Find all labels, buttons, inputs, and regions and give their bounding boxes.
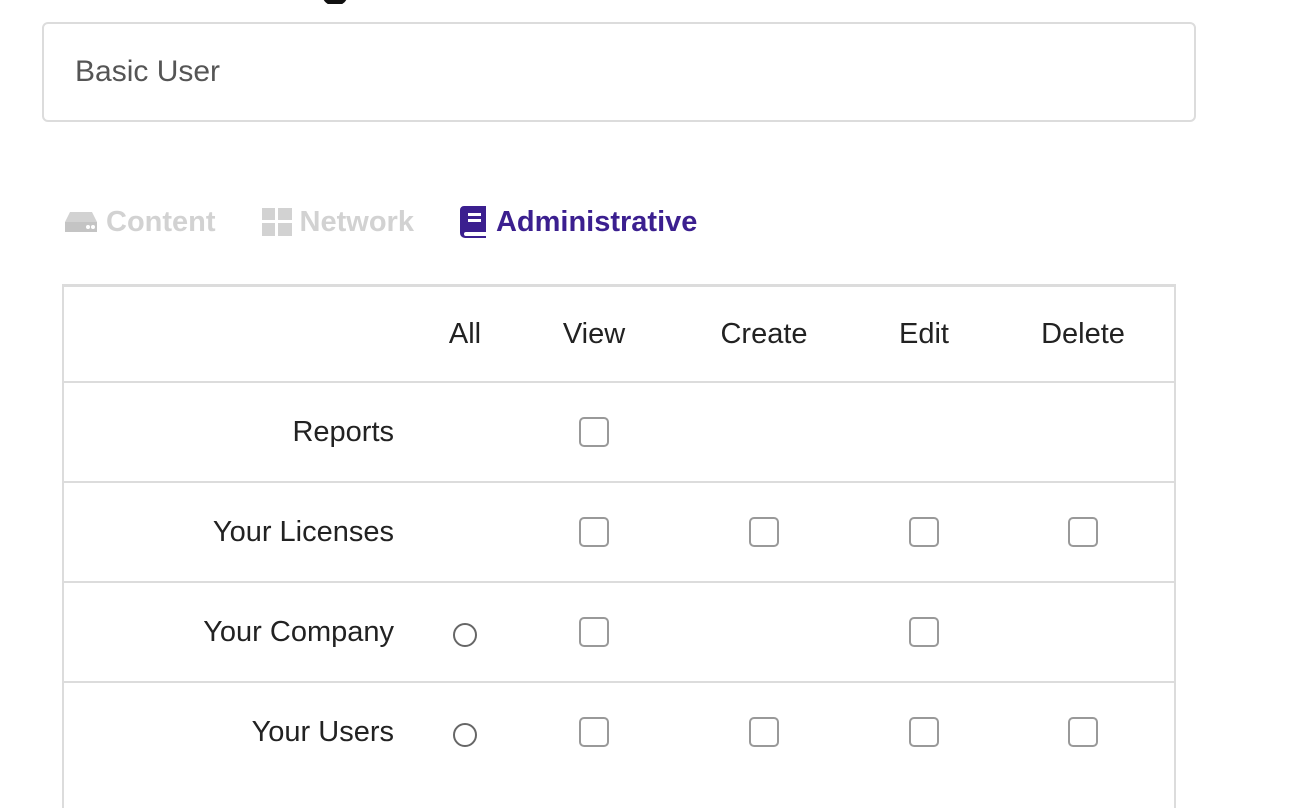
- view-checkbox[interactable]: [579, 617, 609, 647]
- edit-checkbox[interactable]: [909, 717, 939, 747]
- cell-all: [414, 582, 516, 682]
- cell-view: [516, 482, 672, 582]
- tab-label: Content: [106, 205, 216, 238]
- cell-create: [672, 382, 856, 482]
- cell-all: [414, 682, 516, 781]
- header-empty: [64, 287, 414, 382]
- cell-view: [516, 382, 672, 482]
- cell-delete: [992, 382, 1174, 482]
- cell-delete: [992, 482, 1174, 582]
- column-header-all: All: [448, 317, 482, 350]
- cell-view: [516, 582, 672, 682]
- create-checkbox[interactable]: [749, 517, 779, 547]
- tab-administrative[interactable]: Administrative: [459, 205, 698, 239]
- table-row: Your Users: [64, 682, 1174, 781]
- row-label: Your Licenses: [212, 515, 394, 548]
- cell-edit: [856, 482, 992, 582]
- table-row: Your Licenses: [64, 482, 1174, 582]
- role-editor: Content Network Administrat: [0, 0, 1306, 808]
- tab-label: Administrative: [495, 205, 698, 238]
- view-checkbox[interactable]: [579, 517, 609, 547]
- edit-checkbox[interactable]: [909, 517, 939, 547]
- cell-create: [672, 482, 856, 582]
- cell-edit: [856, 382, 992, 482]
- cell-create: [672, 582, 856, 682]
- all-radio[interactable]: [453, 723, 477, 747]
- cell-edit: [856, 582, 992, 682]
- cell-edit: [856, 682, 992, 781]
- tab-label: Network: [299, 205, 414, 238]
- delete-checkbox[interactable]: [1068, 717, 1098, 747]
- page-heading-cropped: [300, 0, 360, 4]
- column-header-create: Create: [720, 317, 808, 350]
- all-radio[interactable]: [453, 623, 477, 647]
- edit-checkbox[interactable]: [909, 617, 939, 647]
- row-label: Reports: [292, 415, 394, 448]
- book-icon: [459, 206, 488, 238]
- create-checkbox[interactable]: [749, 717, 779, 747]
- cell-create: [672, 682, 856, 781]
- column-header-edit: Edit: [899, 317, 949, 350]
- cell-delete: [992, 682, 1174, 781]
- tab-network[interactable]: Network: [261, 205, 414, 239]
- cell-all: [414, 482, 516, 582]
- column-header-view: View: [562, 317, 626, 350]
- row-label: Your Company: [203, 615, 394, 648]
- column-header-delete: Delete: [1041, 317, 1125, 350]
- hdd-icon: [64, 210, 98, 234]
- table-row: Reports: [64, 382, 1174, 482]
- role-name-input[interactable]: [42, 22, 1196, 122]
- cell-view: [516, 682, 672, 781]
- delete-checkbox[interactable]: [1068, 517, 1098, 547]
- permissions-table: All View Create Edit Delete Reports Your…: [62, 284, 1176, 808]
- cell-all: [414, 382, 516, 482]
- permission-tabs: Content Network Administrative: [64, 198, 697, 246]
- table-header-row: All View Create Edit Delete: [64, 287, 1174, 382]
- row-label: Your Users: [251, 715, 394, 748]
- view-checkbox[interactable]: [579, 417, 609, 447]
- view-checkbox[interactable]: [579, 717, 609, 747]
- grid-icon: [261, 208, 292, 236]
- table-row: Your Company: [64, 582, 1174, 682]
- cell-delete: [992, 582, 1174, 682]
- tab-content[interactable]: Content: [64, 206, 216, 239]
